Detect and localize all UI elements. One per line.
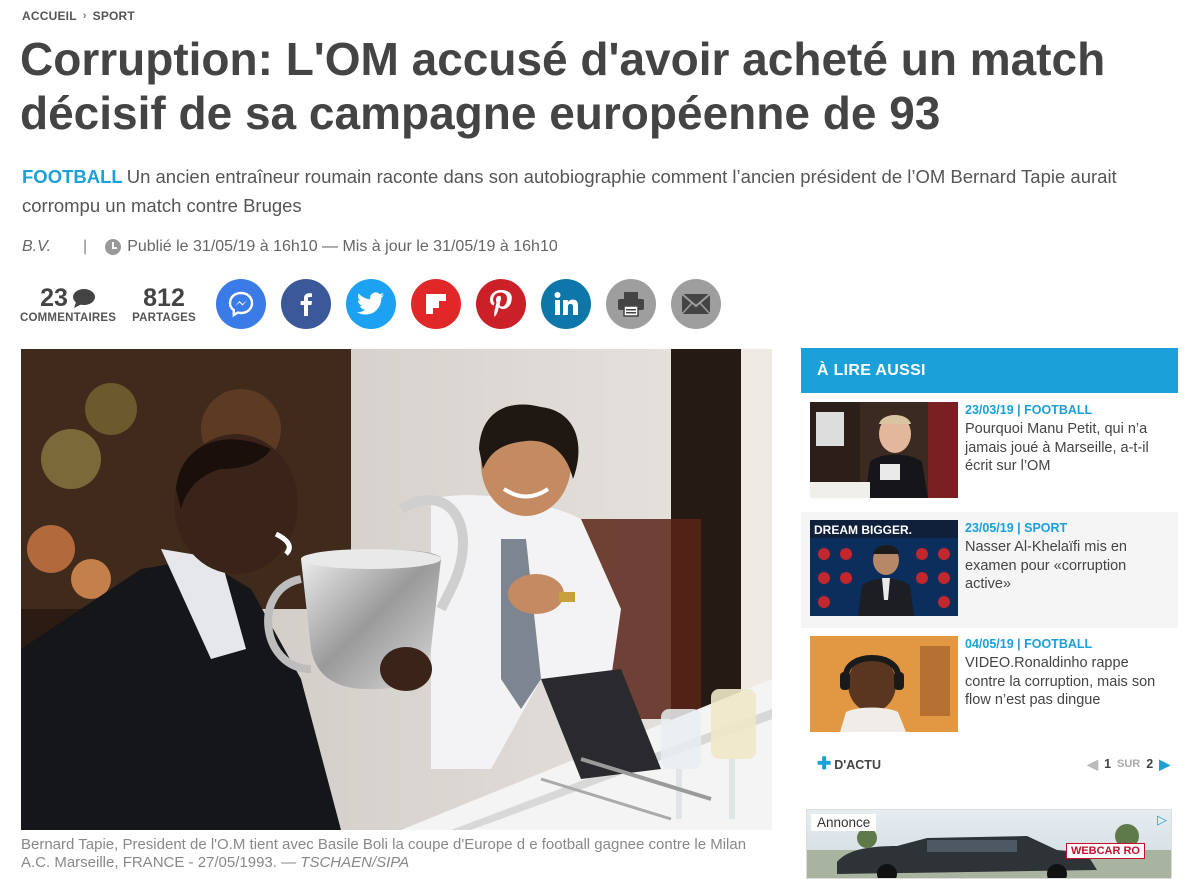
messenger-share-button[interactable] bbox=[215, 279, 266, 329]
related-thumbnail[interactable] bbox=[810, 402, 958, 498]
social-bar: 23 COMMENTAIRES 812 PARTAGES bbox=[20, 276, 736, 332]
shares-label: PARTAGES bbox=[132, 312, 196, 324]
comments-count: 23 bbox=[40, 284, 68, 312]
comments-label: COMMENTAIRES bbox=[20, 312, 117, 324]
pinterest-share-button[interactable] bbox=[475, 279, 526, 329]
print-button[interactable] bbox=[605, 279, 656, 329]
breadcrumb-section-link[interactable]: SPORT bbox=[93, 9, 135, 23]
comment-bubble-icon bbox=[72, 289, 95, 308]
pinterest-icon bbox=[489, 290, 512, 317]
related-text: 04/05/19 | FOOTBALL VIDEO.Ronaldinho rap… bbox=[965, 636, 1168, 744]
pagination: ◀ 1 SUR 2 ▶ bbox=[1087, 756, 1170, 773]
related-meta: 23/03/19 | FOOTBALL bbox=[965, 403, 1093, 417]
more-news-label: D'ACTU bbox=[834, 758, 881, 772]
thumb-image bbox=[810, 402, 958, 498]
byline-separator: | bbox=[83, 238, 88, 255]
breadcrumb: ACCUEIL › SPORT bbox=[22, 9, 135, 23]
article-title: Corruption: L'OM accusé d'avoir acheté u… bbox=[20, 33, 1106, 139]
author-name: B.V. bbox=[22, 238, 52, 255]
related-heading: À LIRE AUSSI bbox=[801, 348, 1178, 393]
related-title[interactable]: VIDEO.Ronaldinho rappe contre la corrupt… bbox=[965, 654, 1168, 710]
facebook-icon bbox=[300, 293, 312, 316]
related-item[interactable]: 04/05/19 | FOOTBALL VIDEO.Ronaldinho rap… bbox=[801, 628, 1178, 744]
thumb-image bbox=[810, 636, 958, 732]
flipboard-share-button[interactable] bbox=[410, 279, 461, 329]
related-meta: 04/05/19 | FOOTBALL bbox=[965, 637, 1093, 651]
related-thumbnail[interactable]: DREAM BIGGER. bbox=[810, 520, 958, 616]
prev-page-icon[interactable]: ◀ bbox=[1087, 756, 1098, 773]
related-footer: ✚ D'ACTU ◀ 1 SUR 2 ▶ bbox=[801, 744, 1178, 784]
related-title[interactable]: Nasser Al-Khelaïfi mis en examen pour «c… bbox=[965, 538, 1168, 594]
mail-icon bbox=[681, 293, 711, 315]
related-item[interactable]: 23/03/19 | FOOTBALL Pourquoi Manu Petit,… bbox=[801, 402, 1178, 512]
related-item[interactable]: DREAM BIGGER. 23/05/19 | SPORT Nasser Al… bbox=[801, 512, 1178, 628]
publish-date: Publié le 31/05/19 à 16h10 — Mis à jour … bbox=[127, 238, 558, 255]
breadcrumb-home-link[interactable]: ACCUEIL bbox=[22, 9, 77, 23]
print-icon bbox=[617, 292, 644, 317]
breadcrumb-separator: › bbox=[82, 10, 87, 22]
page-total: 2 bbox=[1146, 757, 1154, 771]
shares-count: 812 bbox=[143, 284, 185, 312]
lead-text: Un ancien entraîneur roumain raconte dan… bbox=[22, 166, 1117, 216]
comments-count-row: 23 bbox=[40, 284, 96, 312]
photo-illustration bbox=[21, 349, 772, 830]
linkedin-share-button[interactable] bbox=[540, 279, 591, 329]
more-news-link[interactable]: ✚ D'ACTU bbox=[817, 754, 881, 774]
thumb-overlay-text: DREAM BIGGER. bbox=[814, 523, 912, 537]
facebook-share-button[interactable] bbox=[280, 279, 331, 329]
article-photo[interactable] bbox=[21, 349, 772, 830]
comments-stat[interactable]: 23 COMMENTAIRES bbox=[20, 284, 116, 324]
thumb-image: DREAM BIGGER. bbox=[810, 520, 958, 616]
flipboard-icon bbox=[425, 294, 446, 314]
page-current: 1 bbox=[1104, 757, 1112, 771]
page-sur: SUR bbox=[1117, 758, 1141, 770]
ad-label: Annonce bbox=[811, 814, 877, 831]
related-articles: À LIRE AUSSI 23/03/19 | FOOTBALL Pourquo… bbox=[801, 348, 1178, 784]
shares-stat: 812 PARTAGES bbox=[132, 284, 196, 324]
related-thumbnail[interactable] bbox=[810, 636, 958, 732]
clock-icon bbox=[105, 239, 122, 255]
messenger-icon bbox=[228, 291, 254, 318]
linkedin-icon bbox=[554, 292, 578, 315]
plus-icon: ✚ bbox=[817, 754, 832, 773]
photo-caption: Bernard Tapie, President de l'O.M tient … bbox=[21, 836, 771, 872]
twitter-share-button[interactable] bbox=[345, 279, 396, 329]
byline: B.V. | Publié le 31/05/19 à 16h10 — Mis … bbox=[22, 238, 558, 256]
ad-brand: WEBCAR RO bbox=[1065, 843, 1145, 859]
related-title[interactable]: Pourquoi Manu Petit, qui n’a jamais joué… bbox=[965, 420, 1168, 476]
next-page-icon[interactable]: ▶ bbox=[1159, 756, 1170, 773]
adchoices-icon[interactable]: ▷ bbox=[1157, 812, 1167, 828]
photo-credit: — TSCHAEN/SIPA bbox=[281, 854, 410, 871]
rubric-label[interactable]: FOOTBALL bbox=[22, 166, 123, 187]
related-text: 23/03/19 | FOOTBALL Pourquoi Manu Petit,… bbox=[965, 402, 1168, 512]
related-meta: 23/05/19 | SPORT bbox=[965, 521, 1068, 535]
related-text: 23/05/19 | SPORT Nasser Al-Khelaïfi mis … bbox=[965, 520, 1168, 628]
twitter-icon bbox=[356, 292, 384, 315]
advertisement[interactable]: Annonce ▷ WEBCAR RO bbox=[806, 809, 1172, 879]
email-share-button[interactable] bbox=[670, 279, 721, 329]
article-lead: FOOTBALL Un ancien entraîneur roumain rac… bbox=[22, 162, 1172, 220]
